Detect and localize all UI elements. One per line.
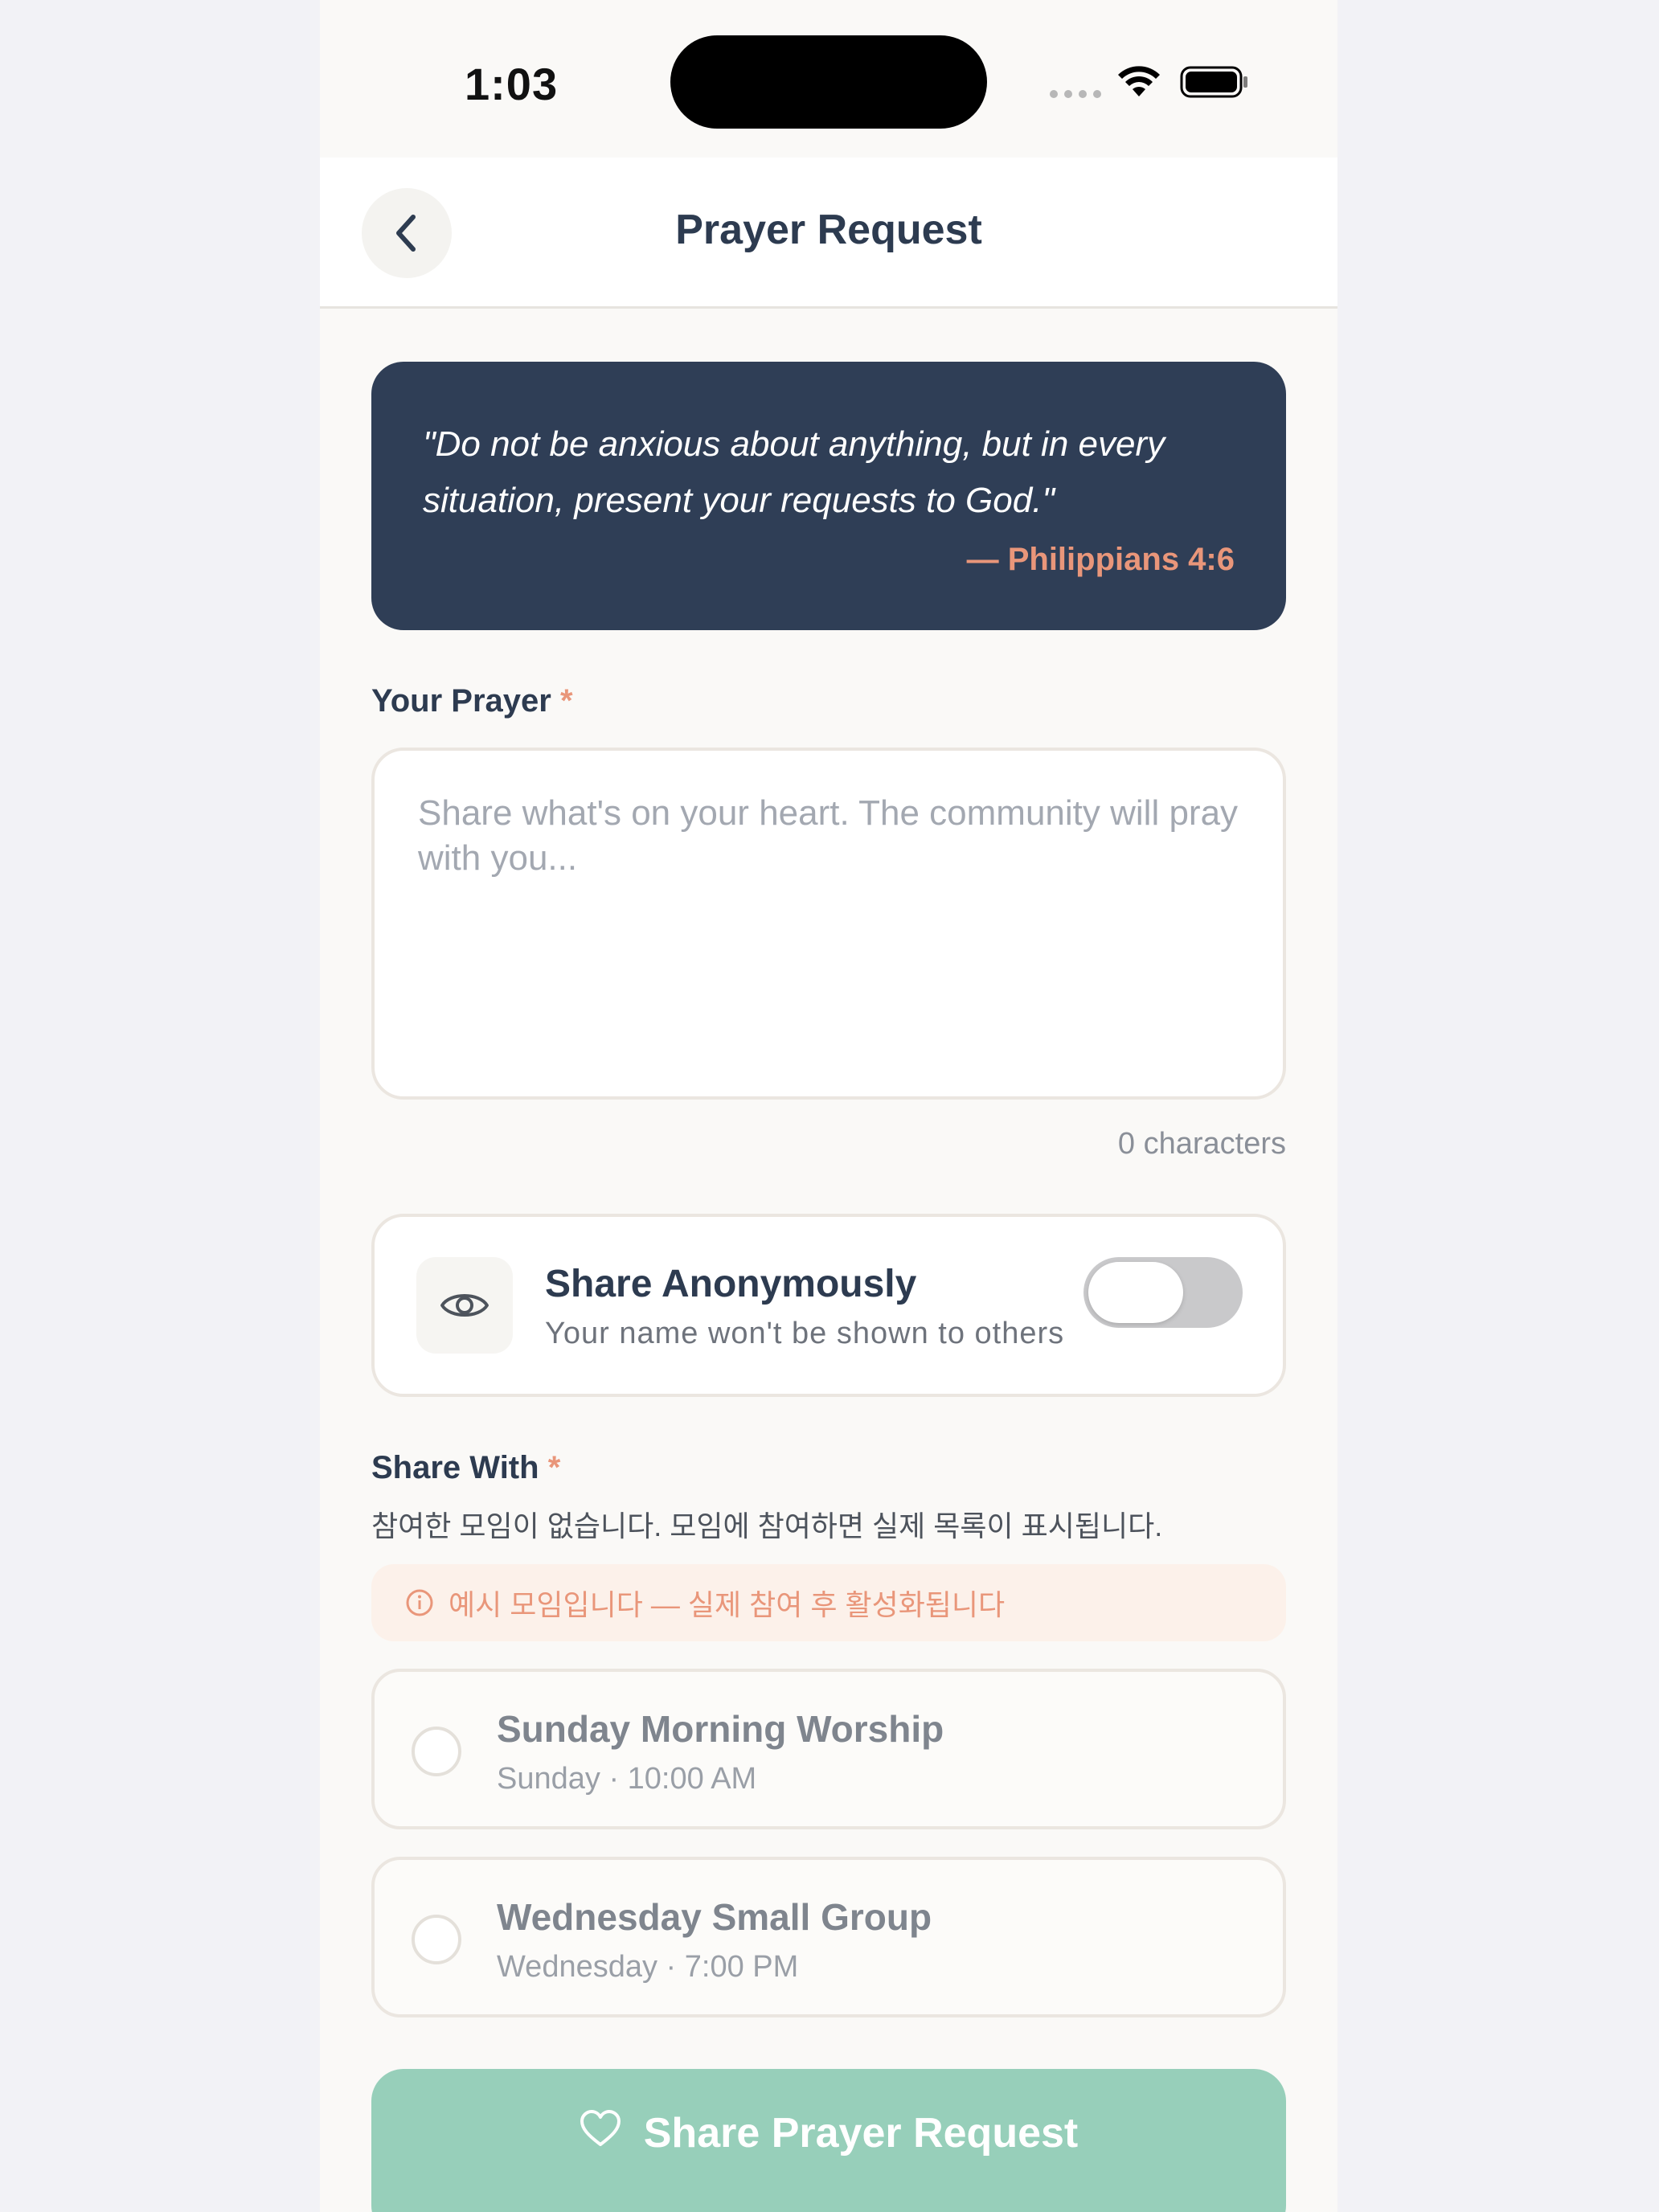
verse-reference: — Philippians 4:6 <box>966 542 1235 577</box>
anonymous-card: Share Anonymously Your name won't be sho… <box>371 1214 1286 1397</box>
required-mark: * <box>559 683 573 719</box>
group-name: Wednesday Small Group <box>497 1896 932 1938</box>
submit-label: Share Prayer Request <box>643 2110 1079 2157</box>
sample-groups-banner: 예시 모임입니다 — 실제 참여 후 활성화됩니다 <box>371 1564 1286 1641</box>
banner-text: 예시 모임입니다 — 실제 참여 후 활성화됩니다 <box>449 1588 1006 1621</box>
page-title: Prayer Request <box>675 207 982 253</box>
info-icon <box>406 1589 433 1616</box>
status-time: 1:03 <box>465 59 559 109</box>
battery-icon <box>1180 66 1247 98</box>
eye-icon <box>416 1257 513 1354</box>
nav-header: Prayer Request <box>320 158 1337 309</box>
wifi-icon <box>1118 66 1160 96</box>
verse-card: "Do not be anxious about anything, but i… <box>371 362 1286 630</box>
prayer-label-text: Your Prayer <box>371 683 551 719</box>
share-with-label-text: Share With <box>371 1450 539 1485</box>
required-mark: * <box>547 1450 561 1485</box>
group-schedule: Wednesday · 7:00 PM <box>497 1950 799 1984</box>
toggle-knob <box>1088 1262 1183 1323</box>
group-option[interactable]: Sunday Morning Worship Sunday · 10:00 AM <box>371 1669 1286 1829</box>
group-name: Sunday Morning Worship <box>497 1708 944 1750</box>
heart-icon <box>580 2110 621 2146</box>
app-screen: 1:03 Prayer Request "Do not be anxious a… <box>320 0 1337 2212</box>
group-radio[interactable] <box>412 1727 461 1776</box>
anonymous-toggle[interactable] <box>1083 1257 1243 1328</box>
anonymous-title: Share Anonymously <box>545 1263 917 1305</box>
prayer-label: Your Prayer * <box>371 683 573 719</box>
character-count: 0 characters <box>1117 1127 1286 1161</box>
anonymous-subtitle: Your name won't be shown to others <box>545 1317 1065 1350</box>
cellular-signal-icon <box>1050 90 1101 98</box>
prayer-field <box>371 748 1286 1100</box>
group-schedule: Sunday · 10:00 AM <box>497 1762 757 1796</box>
share-prayer-button[interactable]: Share Prayer Request <box>371 2069 1286 2212</box>
share-with-note: 참여한 모임이 없습니다. 모임에 참여하면 실제 목록이 표시됩니다. <box>371 1509 1163 1542</box>
group-option[interactable]: Wednesday Small Group Wednesday · 7:00 P… <box>371 1857 1286 2017</box>
share-with-label: Share With * <box>371 1450 560 1486</box>
dynamic-island <box>670 35 987 129</box>
verse-text: "Do not be anxious about anything, but i… <box>423 424 1165 520</box>
group-radio[interactable] <box>412 1915 461 1964</box>
prayer-input[interactable] <box>375 751 1283 1096</box>
status-bar: 1:03 <box>320 0 1337 158</box>
